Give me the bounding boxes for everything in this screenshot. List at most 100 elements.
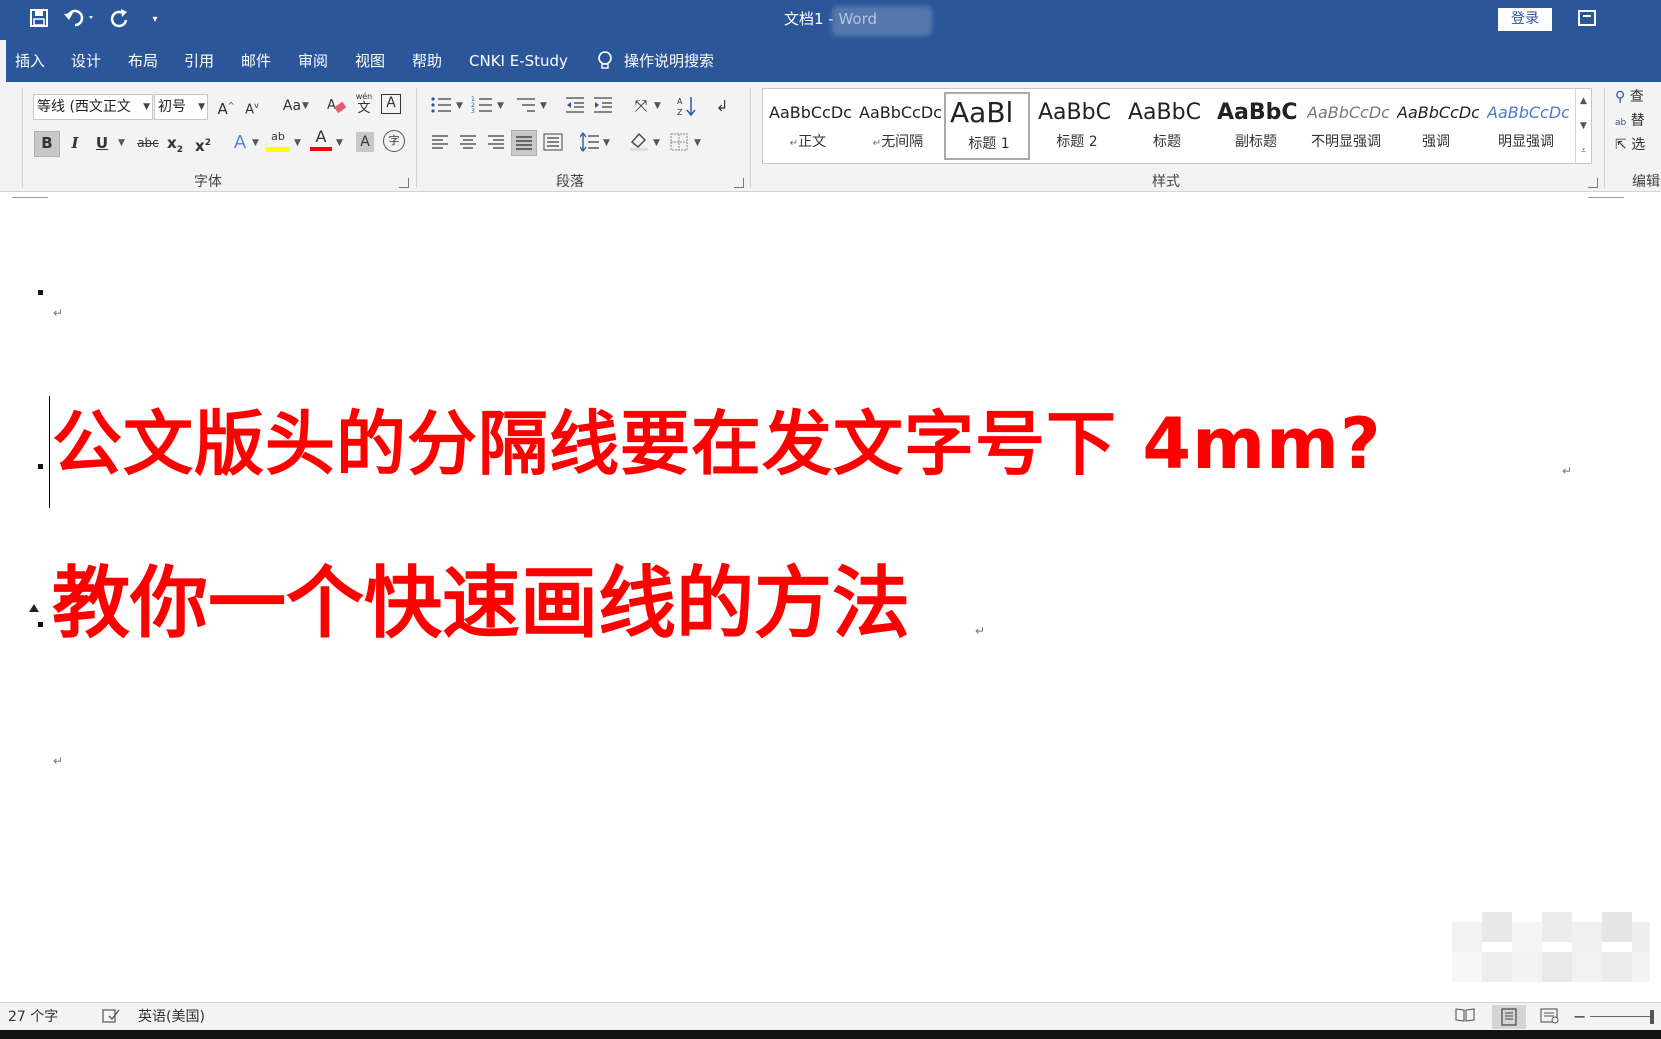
underline-button[interactable]: U bbox=[92, 132, 112, 156]
align-right-icon[interactable] bbox=[485, 132, 507, 156]
highlight-color-icon[interactable]: ab bbox=[266, 128, 290, 152]
enclose-characters-icon[interactable]: 字 bbox=[383, 130, 405, 152]
font-dialog-launcher-icon[interactable] bbox=[399, 178, 409, 188]
grow-font-icon[interactable]: A^ bbox=[215, 95, 237, 119]
align-center-icon[interactable] bbox=[457, 132, 479, 156]
italic-button[interactable]: I bbox=[64, 132, 86, 156]
bullets-icon[interactable] bbox=[429, 95, 453, 119]
web-layout-icon[interactable] bbox=[1540, 1007, 1562, 1031]
tab-cnki[interactable]: CNKI E-Study bbox=[469, 50, 568, 72]
chevron-down-icon[interactable]: ▼ bbox=[497, 95, 504, 117]
proofing-icon[interactable] bbox=[102, 1007, 122, 1031]
style-title[interactable]: AaBbC 标题 bbox=[1124, 92, 1210, 160]
styles-dialog-launcher-icon[interactable] bbox=[1588, 178, 1598, 188]
language-indicator[interactable]: 英语(美国) bbox=[138, 1007, 205, 1027]
phonetic-guide-icon[interactable]: wén 文 bbox=[353, 92, 375, 116]
chevron-down-icon[interactable]: ▼ bbox=[540, 95, 547, 117]
style-emphasis[interactable]: AaBbCcDc 强调 bbox=[1393, 92, 1479, 160]
chevron-down-icon[interactable]: ▼ bbox=[302, 95, 309, 117]
strikethrough-button[interactable]: abc bbox=[134, 132, 162, 156]
text-effects-icon[interactable]: A bbox=[230, 132, 250, 156]
borders-icon[interactable] bbox=[668, 132, 690, 156]
select-button[interactable]: ⇱ 选 bbox=[1615, 134, 1661, 158]
tab-insert[interactable]: 插入 bbox=[15, 50, 45, 72]
heading-line-1[interactable]: 公文版头的分隔线要在发文字号下 4mm? bbox=[52, 394, 1382, 494]
chevron-down-icon[interactable]: ▼ bbox=[456, 95, 463, 117]
find-button[interactable]: ⚲ 查 bbox=[1615, 86, 1661, 110]
shrink-font-icon[interactable]: Av bbox=[241, 95, 263, 119]
chevron-down-icon[interactable]: ▼ bbox=[252, 132, 259, 154]
sort-icon[interactable]: AZ bbox=[676, 95, 698, 119]
character-border-icon[interactable]: A bbox=[381, 94, 401, 114]
paragraph-bullet bbox=[38, 290, 43, 295]
tell-me-search[interactable]: 操作说明搜索 bbox=[624, 50, 714, 72]
paragraph-shading-icon[interactable] bbox=[627, 130, 651, 154]
chevron-down-icon[interactable]: ▼ bbox=[653, 132, 660, 154]
word-count[interactable]: 27 个字 bbox=[8, 1007, 58, 1027]
tab-help[interactable]: 帮助 bbox=[412, 50, 442, 72]
redacted-region bbox=[832, 6, 932, 36]
replace-button[interactable]: ab 替 bbox=[1615, 110, 1661, 134]
font-name-combo[interactable]: 等线 (西文正文 ▼ bbox=[33, 94, 153, 120]
chevron-down-icon[interactable]: ▼ bbox=[694, 132, 701, 154]
print-layout-icon[interactable] bbox=[1492, 1005, 1526, 1029]
document-canvas[interactable]: ↵ 公文版头的分隔线要在发文字号下 4mm? ↵ 教你一个快速画线的方法 ↵ ↵ bbox=[0, 192, 1661, 1002]
zoom-slider-thumb[interactable] bbox=[1650, 1010, 1654, 1024]
distributed-icon[interactable] bbox=[542, 132, 564, 156]
clear-formatting-icon[interactable]: A bbox=[325, 94, 349, 118]
style-no-spacing[interactable]: AaBbCcDc ↵无间隔 bbox=[855, 92, 941, 160]
zoom-out-icon[interactable]: − bbox=[1573, 1007, 1586, 1027]
read-mode-icon[interactable] bbox=[1455, 1007, 1477, 1029]
show-formatting-marks-icon[interactable]: ↲ bbox=[711, 95, 733, 119]
tab-review[interactable]: 审阅 bbox=[298, 50, 328, 72]
zoom-slider[interactable] bbox=[1590, 1016, 1652, 1017]
style-normal[interactable]: AaBbCcDc ↵正文 bbox=[765, 92, 851, 160]
lightbulb-icon[interactable] bbox=[596, 50, 618, 72]
move-paragraph-handle-icon[interactable] bbox=[29, 604, 39, 612]
gallery-up-icon[interactable]: ▲ bbox=[1576, 89, 1591, 113]
line-spacing-icon[interactable] bbox=[579, 131, 601, 156]
chevron-down-icon[interactable]: ▼ bbox=[118, 132, 125, 154]
group-separator bbox=[416, 88, 417, 188]
text-cursor bbox=[49, 396, 50, 508]
status-bar: 27 个字 英语(美国) − bbox=[0, 1002, 1661, 1030]
subscript-button[interactable]: x2 bbox=[164, 132, 186, 156]
chinese-layout-icon[interactable]: ⤧ bbox=[628, 95, 654, 119]
gallery-down-icon[interactable]: ▼ bbox=[1576, 114, 1591, 138]
chevron-down-icon[interactable]: ▼ bbox=[654, 95, 661, 117]
heading-line-2[interactable]: 教你一个快速画线的方法 bbox=[52, 554, 910, 654]
chevron-down-icon[interactable]: ▼ bbox=[603, 132, 610, 154]
tab-home-edge[interactable] bbox=[0, 40, 6, 82]
style-subtle-emphasis[interactable]: AaBbCcDc 不明显强调 bbox=[1303, 92, 1389, 160]
bold-button[interactable]: B bbox=[34, 131, 60, 157]
character-shading-icon[interactable]: A bbox=[356, 132, 374, 152]
tab-view[interactable]: 视图 bbox=[355, 50, 385, 72]
gallery-more-icon[interactable]: ⩡ bbox=[1576, 139, 1591, 163]
style-intense-emphasis[interactable]: AaBbCcDc 明显强调 bbox=[1483, 92, 1569, 160]
decrease-indent-icon[interactable] bbox=[563, 95, 587, 119]
paragraph-mark: ↵ bbox=[53, 754, 64, 768]
chevron-down-icon[interactable]: ▼ bbox=[294, 132, 301, 154]
chevron-down-icon[interactable]: ▼ bbox=[336, 132, 343, 154]
align-left-icon[interactable] bbox=[429, 132, 451, 156]
style-heading-1[interactable]: AaBl 标题 1 bbox=[944, 92, 1030, 160]
font-size-combo[interactable]: 初号 ▼ bbox=[154, 94, 208, 120]
tab-mailings[interactable]: 邮件 bbox=[241, 50, 271, 72]
numbering-icon[interactable]: 123 bbox=[470, 95, 494, 119]
tab-design[interactable]: 设计 bbox=[71, 50, 101, 72]
font-color-icon[interactable]: A bbox=[310, 128, 332, 152]
paragraph-mark: ↵ bbox=[1562, 464, 1573, 478]
justify-icon[interactable] bbox=[511, 130, 537, 156]
increase-indent-icon[interactable] bbox=[591, 95, 615, 119]
tab-references[interactable]: 引用 bbox=[184, 50, 214, 72]
ribbon-display-options-icon[interactable] bbox=[1578, 10, 1596, 26]
vertical-scrollbar[interactable] bbox=[1650, 192, 1661, 1002]
login-button[interactable]: 登录 bbox=[1498, 8, 1552, 31]
multilevel-list-icon[interactable] bbox=[514, 95, 538, 119]
style-heading-2[interactable]: AaBbC 标题 2 bbox=[1034, 92, 1120, 160]
style-subtitle[interactable]: AaBbC 副标题 bbox=[1213, 92, 1299, 160]
paragraph-dialog-launcher-icon[interactable] bbox=[734, 178, 744, 188]
paragraph-mark: ↵ bbox=[975, 624, 986, 638]
superscript-button[interactable]: x2 bbox=[192, 132, 214, 156]
tab-layout[interactable]: 布局 bbox=[128, 50, 158, 72]
